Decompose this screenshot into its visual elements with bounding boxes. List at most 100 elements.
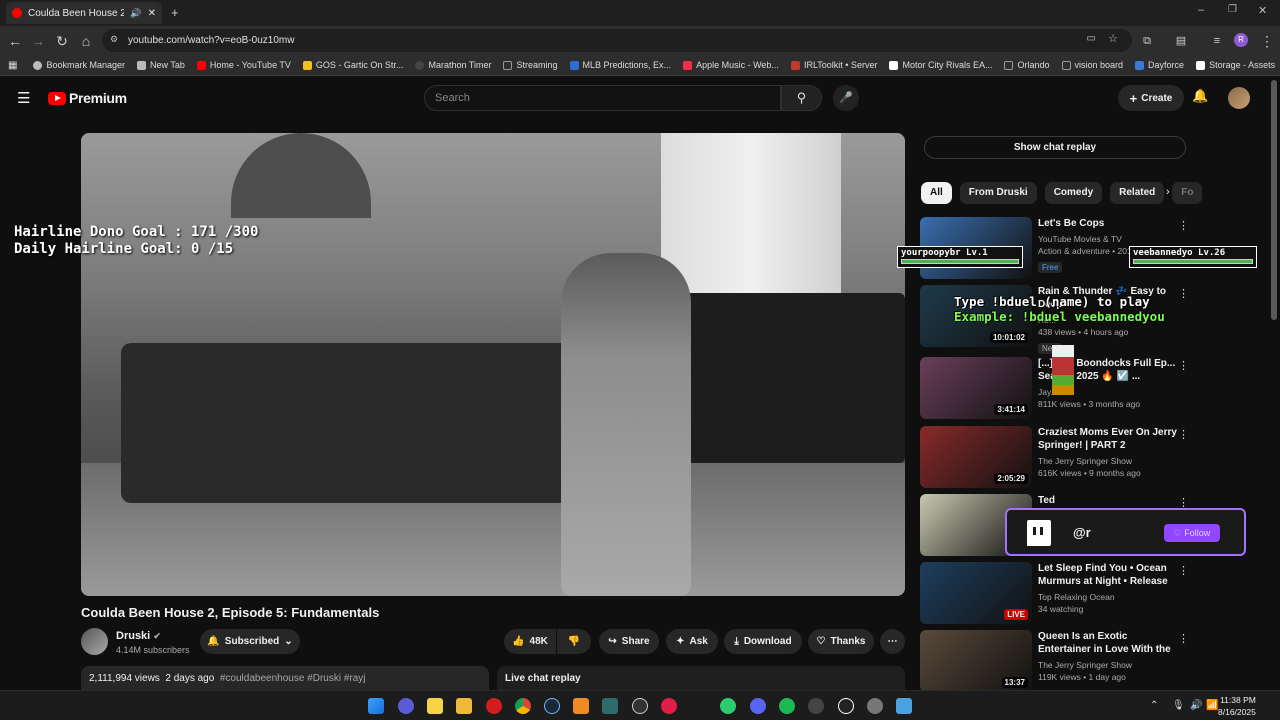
account-avatar[interactable]: [1228, 87, 1250, 109]
new-tab-icon[interactable]: +: [171, 5, 179, 20]
more-options-icon[interactable]: ⋮: [1178, 287, 1189, 300]
chip-all[interactable]: All: [921, 182, 952, 204]
recommendation-item[interactable]: 3:41:14 [...] The Boondocks Full Ep... S…: [920, 357, 1260, 419]
recommendation-item[interactable]: 13:37 Queen Is an Exotic Entertainer in …: [920, 630, 1260, 692]
like-button[interactable]: 👍 48K: [504, 629, 556, 654]
chrome-menu-icon[interactable]: ⋮: [1258, 32, 1276, 50]
thanks-button[interactable]: ♡ Thanks: [808, 629, 874, 654]
close-tab-icon[interactable]: ✕: [148, 8, 156, 19]
cast-icon[interactable]: ▭: [1087, 33, 1096, 44]
home-icon[interactable]: ⌂: [77, 32, 95, 50]
video-thumbnail[interactable]: 13:37: [920, 630, 1032, 692]
speaker-icon[interactable]: 🔊: [130, 8, 141, 19]
bookmark-folder[interactable]: Streaming: [503, 60, 558, 70]
chrome-icon[interactable]: [515, 698, 531, 714]
spotify-icon[interactable]: [779, 698, 795, 714]
windows-start-icon[interactable]: [368, 698, 384, 714]
restore-icon[interactable]: ❐: [1228, 4, 1237, 15]
dislike-button[interactable]: 👎: [557, 629, 591, 654]
voice-search-button[interactable]: 🎤: [833, 85, 859, 111]
url-bar[interactable]: ⚙ youtube.com/watch?v=eoB-0uz10mw ▭ ☆: [102, 29, 1132, 52]
app-icon[interactable]: [838, 698, 854, 714]
close-window-icon[interactable]: ✕: [1258, 4, 1267, 17]
opera-icon[interactable]: [486, 698, 502, 714]
search-input[interactable]: Search: [424, 85, 781, 111]
settings-icon[interactable]: [867, 698, 883, 714]
media-control-icon[interactable]: ≡: [1208, 32, 1226, 50]
site-info-icon[interactable]: ⚙: [110, 34, 118, 45]
app-icon[interactable]: [808, 698, 824, 714]
profile-icon[interactable]: R: [1234, 33, 1248, 47]
photos-icon[interactable]: [896, 698, 912, 714]
more-actions-button[interactable]: ⋯: [880, 629, 905, 654]
more-options-icon[interactable]: ⋮: [1178, 219, 1189, 232]
app-icon[interactable]: [720, 698, 736, 714]
tray-chevron-icon[interactable]: ⌃: [1150, 700, 1158, 711]
live-chat-replay-header[interactable]: Live chat replay: [497, 666, 905, 690]
rec-channel[interactable]: Top Relaxing Ocean: [1038, 591, 1178, 603]
video-thumbnail[interactable]: LIVE: [920, 562, 1032, 624]
app-icon[interactable]: [602, 698, 618, 714]
more-options-icon[interactable]: ⋮: [1178, 428, 1189, 441]
bookmark-item[interactable]: Marathon Timer: [415, 60, 491, 70]
video-player[interactable]: [81, 133, 905, 596]
share-button[interactable]: ↪ Share: [599, 629, 659, 654]
chip-from-druski[interactable]: From Druski: [959, 182, 1037, 204]
obs-icon[interactable]: [632, 698, 648, 714]
bookmark-item[interactable]: Storage - Assets: [1196, 60, 1275, 70]
more-options-icon[interactable]: ⋮: [1178, 359, 1189, 372]
rec-title[interactable]: Queen Is an Exotic Entertainer in Love W…: [1038, 630, 1178, 656]
file-explorer-icon[interactable]: [456, 698, 472, 714]
bookmark-item[interactable]: MLB Predictions, Ex...: [569, 60, 671, 70]
subscribed-button[interactable]: 🔔 Subscribed ⌄: [200, 629, 300, 654]
chip-comedy[interactable]: Comedy: [1044, 182, 1103, 204]
notifications-bell-icon[interactable]: 🔔: [1192, 88, 1208, 104]
side-panel-icon[interactable]: ▤: [1172, 32, 1190, 50]
description-box[interactable]: 2,111,994 views 2 days ago #couldabeenho…: [81, 666, 489, 690]
channel-avatar[interactable]: [81, 628, 108, 655]
steam-icon[interactable]: [544, 698, 560, 714]
minimize-icon[interactable]: –: [1198, 4, 1204, 16]
forward-icon[interactable]: →: [29, 32, 47, 50]
bookmark-item[interactable]: Motor City Rivals EA...: [889, 60, 992, 70]
chip-more[interactable]: Fo: [1172, 182, 1203, 204]
recommendation-item[interactable]: LIVE Let Sleep Find You • Ocean Murmurs …: [920, 562, 1260, 624]
bookmark-item[interactable]: New Tab: [137, 60, 185, 70]
rec-channel[interactable]: The Jerry Springer Show: [1038, 455, 1178, 467]
chevron-right-icon[interactable]: ›: [1166, 186, 1170, 198]
more-options-icon[interactable]: ⋮: [1178, 632, 1189, 645]
extensions-icon[interactable]: ⧉: [1138, 32, 1156, 50]
bookmark-folder[interactable]: vision board: [1061, 60, 1123, 70]
reload-icon[interactable]: ↻: [53, 32, 71, 50]
recommendation-item[interactable]: 2:05:29 Craziest Moms Ever On Jerry Spri…: [920, 426, 1260, 488]
sticky-notes-icon[interactable]: [427, 698, 443, 714]
bookmark-item[interactable]: Home - YouTube TV: [196, 60, 291, 70]
microphone-tray-icon[interactable]: 🎙: [1172, 700, 1185, 711]
youtube-logo[interactable]: Premium: [48, 90, 127, 106]
bookmark-folder[interactable]: Orlando: [1004, 60, 1050, 70]
apps-grid-icon[interactable]: ▦: [8, 60, 17, 71]
volume-icon[interactable]: 🔊: [1190, 700, 1202, 711]
video-thumbnail[interactable]: 2:05:29: [920, 426, 1032, 488]
download-button[interactable]: ⤓ Download: [724, 629, 802, 654]
more-options-icon[interactable]: ⋮: [1178, 564, 1189, 577]
channel-name[interactable]: Druski ✔: [116, 630, 161, 642]
bookmark-item[interactable]: IRLToolkit • Server: [790, 60, 877, 70]
vlc-icon[interactable]: [573, 698, 589, 714]
browser-tab[interactable]: Coulda Been House 2, Episo 🔊 ✕: [6, 2, 162, 24]
rec-channel[interactable]: YouTube Movies & TV: [1038, 233, 1178, 245]
bookmark-item[interactable]: Apple Music - Web...: [683, 60, 779, 70]
show-chat-replay-button[interactable]: Show chat replay: [924, 136, 1186, 159]
menu-icon[interactable]: ☰: [17, 89, 30, 107]
rec-title[interactable]: Let's Be Cops: [1038, 217, 1178, 230]
bookmark-star-icon[interactable]: ☆: [1108, 32, 1118, 45]
back-icon[interactable]: ←: [6, 32, 24, 50]
app-icon[interactable]: [661, 698, 677, 714]
rec-title[interactable]: Let Sleep Find You • Ocean Murmurs at Ni…: [1038, 562, 1178, 588]
rec-title[interactable]: Craziest Moms Ever On Jerry Springer! | …: [1038, 426, 1178, 452]
wifi-icon[interactable]: 📶: [1206, 700, 1218, 711]
bookmark-item[interactable]: Dayforce: [1135, 60, 1184, 70]
bookmark-item[interactable]: GOS - Gartic On Str...: [302, 60, 403, 70]
page-scrollbar[interactable]: [1271, 80, 1277, 320]
rec-title[interactable]: Ted: [1038, 494, 1178, 507]
